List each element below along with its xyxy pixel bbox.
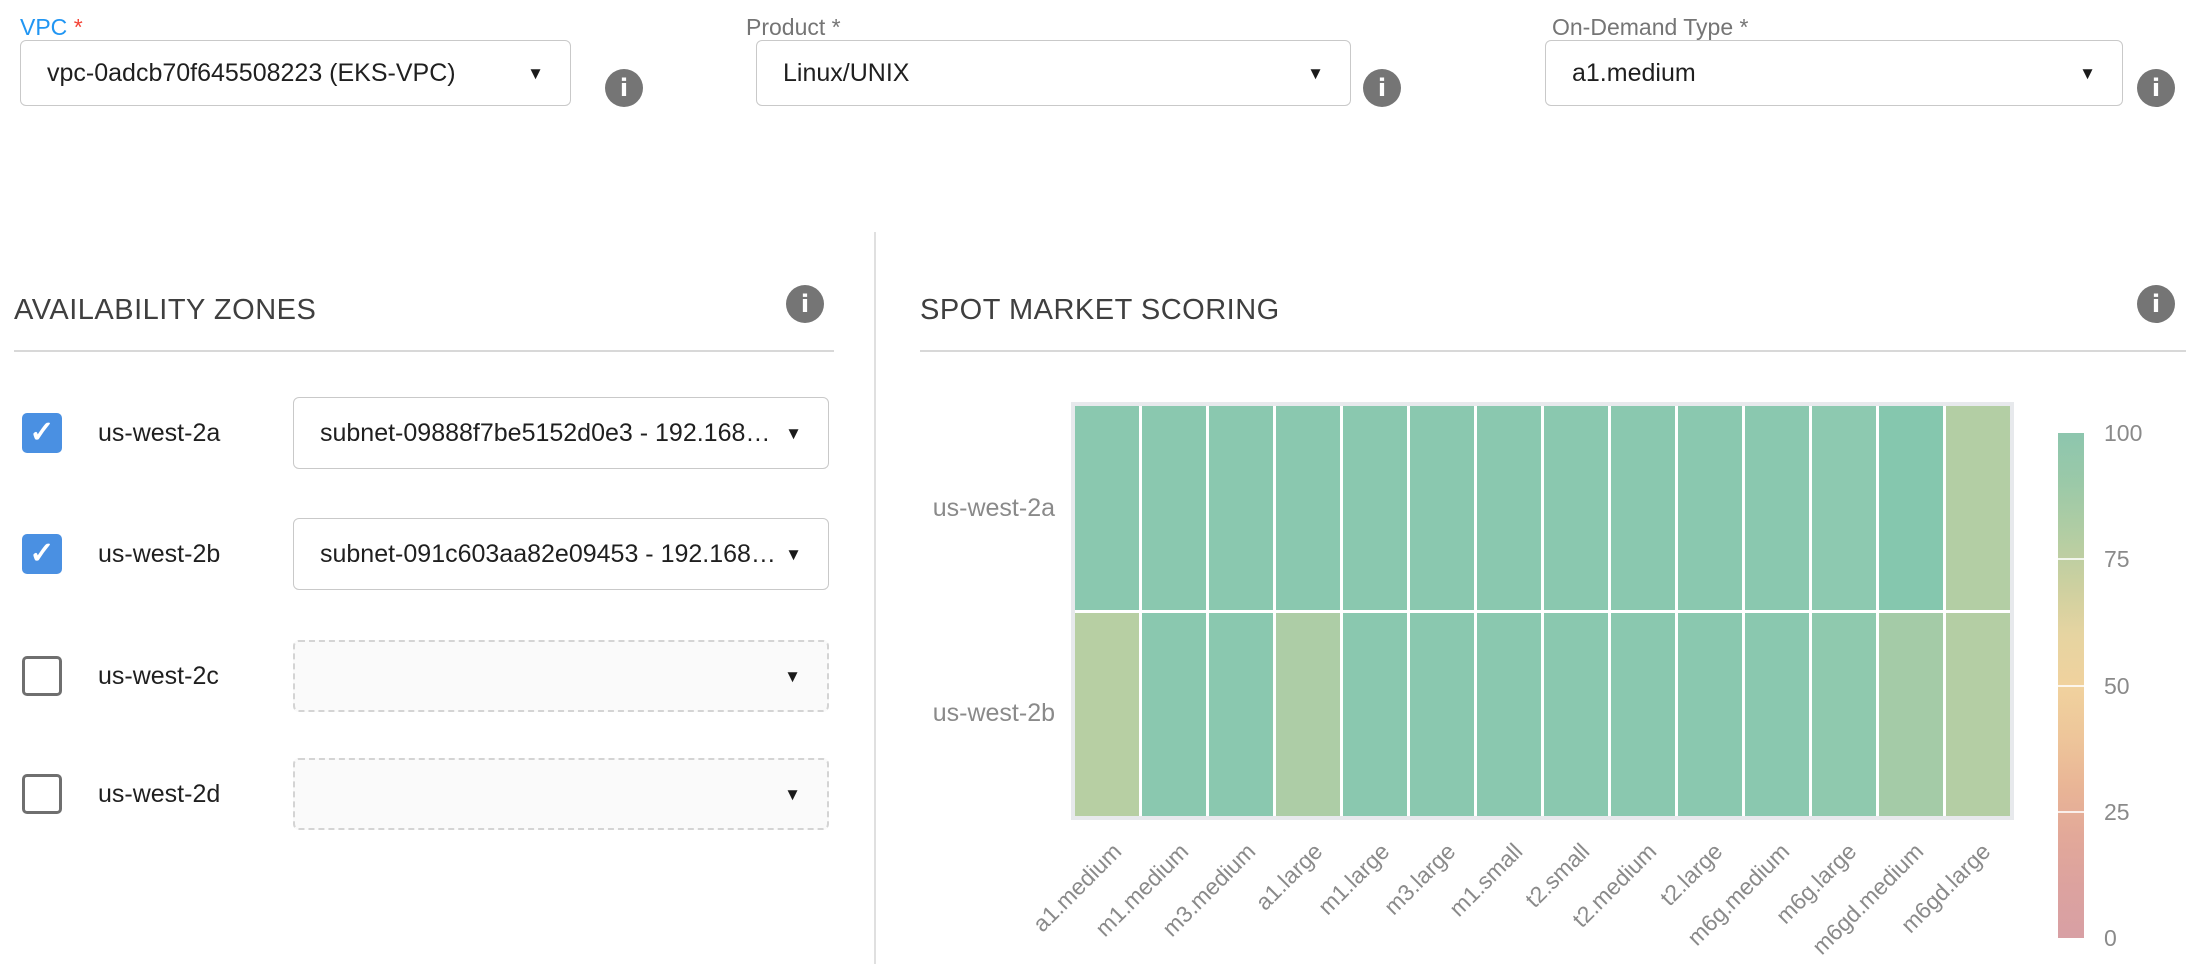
vpc-select[interactable]: vpc-0adcb70f645508223 (EKS-VPC) ▼: [20, 40, 571, 106]
availability-zone-row: us-west-2c ▼: [0, 640, 874, 712]
heatmap-cell-us-west-2a-t2.medium: [1611, 406, 1675, 610]
heatmap-cell-us-west-2b-a1.medium: [1075, 613, 1139, 817]
heatmap-cell-us-west-2b-t2.large: [1678, 613, 1742, 817]
heatmap-cell-us-west-2a-m1.small: [1477, 406, 1541, 610]
colorbar-tick-label: 100: [2104, 420, 2142, 447]
info-glyph: i: [1378, 74, 1386, 102]
availability-zones-divider: [14, 350, 834, 352]
zone-label: us-west-2d: [98, 758, 220, 830]
zone-checkbox-us-west-2d[interactable]: [22, 774, 62, 814]
heatmap-cell-us-west-2b-t2.medium: [1611, 613, 1675, 817]
heatmap-cell-us-west-2a-m1.medium: [1142, 406, 1206, 610]
heatmap-cell-us-west-2b-m6gd.large: [1946, 613, 2010, 817]
heatmap-cell-us-west-2b-m6gd.medium: [1879, 613, 1943, 817]
subnet-select-us-west-2c[interactable]: ▼: [293, 640, 829, 712]
product-label-text: Product *: [746, 14, 841, 40]
colorbar-tick-label: 50: [2104, 673, 2130, 700]
zone-checkbox-us-west-2a[interactable]: ✓: [22, 413, 62, 453]
heatmap-cell-us-west-2b-m1.large: [1343, 613, 1407, 817]
chevron-down-icon: ▼: [1307, 65, 1324, 82]
zone-label: us-west-2a: [98, 397, 220, 469]
subnet-select-us-west-2d[interactable]: ▼: [293, 758, 829, 830]
subnet-select-us-west-2b[interactable]: subnet-091c603aa82e09453 - 192.168… ▼: [293, 518, 829, 590]
heatmap-cell-us-west-2a-a1.large: [1276, 406, 1340, 610]
spot-market-scoring-title: SPOT MARKET SCORING: [920, 294, 1280, 327]
info-glyph: i: [2152, 290, 2160, 318]
heatmap-cell-us-west-2b-m6g.large: [1812, 613, 1876, 817]
product-select-value: Linux/UNIX: [783, 59, 909, 88]
heatmap-cell-us-west-2a-a1.medium: [1075, 406, 1139, 610]
heatmap-cell-us-west-2a-m1.large: [1343, 406, 1407, 610]
availability-zones-title: AVAILABILITY ZONES: [14, 294, 316, 327]
info-glyph: i: [801, 290, 809, 318]
heatmap-cell-us-west-2a-t2.small: [1544, 406, 1608, 610]
availability-zone-row: ✓ us-west-2b subnet-091c603aa82e09453 - 19…: [0, 518, 874, 590]
heatmap-cell-us-west-2a-m3.large: [1410, 406, 1474, 610]
chevron-down-icon: ▼: [784, 786, 801, 803]
colorbar-tick-line: [2058, 811, 2084, 813]
availability-zones-info-icon[interactable]: i: [786, 285, 824, 323]
availability-zone-row: us-west-2d ▼: [0, 758, 874, 830]
heatmap-cell-us-west-2b-t2.small: [1544, 613, 1608, 817]
subnet-select-us-west-2a[interactable]: subnet-09888f7be5152d0e3 - 192.168… ▼: [293, 397, 829, 469]
chevron-down-icon: ▼: [527, 65, 544, 82]
on-demand-type-label-text: On-Demand Type *: [1552, 14, 1748, 40]
on-demand-type-select[interactable]: a1.medium ▼: [1545, 40, 2123, 106]
spot-market-scoring-info-icon[interactable]: i: [2137, 285, 2175, 323]
on-demand-type-select-value: a1.medium: [1572, 59, 1696, 88]
colorbar-tick-label: 25: [2104, 799, 2130, 826]
colorbar-tick-label: 0: [2104, 925, 2117, 952]
heatmap-cell-us-west-2a-t2.large: [1678, 406, 1742, 610]
vpc-label: VPC *: [20, 14, 83, 41]
heatmap-x-label: a1.medium: [988, 838, 1127, 964]
heatmap-plot-area: [1071, 402, 2014, 820]
page: VPC * vpc-0adcb70f645508223 (EKS-VPC) ▼ …: [0, 0, 2196, 964]
product-info-icon[interactable]: i: [1363, 69, 1401, 107]
info-glyph: i: [2152, 74, 2160, 102]
heatmap-cell-us-west-2b-m6g.medium: [1745, 613, 1809, 817]
vpc-select-value: vpc-0adcb70f645508223 (EKS-VPC): [47, 59, 456, 88]
heatmap-cell-us-west-2a-m6gd.medium: [1879, 406, 1943, 610]
zone-checkbox-us-west-2c[interactable]: [22, 656, 62, 696]
vpc-label-text: VPC: [20, 14, 67, 40]
heatmap-grid: [1075, 406, 2010, 816]
heatmap-cell-us-west-2b-a1.large: [1276, 613, 1340, 817]
chevron-down-icon: ▼: [785, 546, 802, 563]
chevron-down-icon: ▼: [784, 668, 801, 685]
colorbar-tick-label: 75: [2104, 546, 2130, 573]
availability-zone-row: ✓ us-west-2a subnet-09888f7be5152d0e3 - 19…: [0, 397, 874, 469]
subnet-select-value: subnet-09888f7be5152d0e3 - 192.168…: [320, 419, 770, 448]
vpc-info-icon[interactable]: i: [605, 69, 643, 107]
on-demand-type-info-icon[interactable]: i: [2137, 69, 2175, 107]
zone-label: us-west-2b: [98, 518, 220, 590]
heatmap-cell-us-west-2a-m6gd.large: [1946, 406, 2010, 610]
spot-market-scoring-divider: [920, 350, 2186, 352]
heatmap-cell-us-west-2b-m3.large: [1410, 613, 1474, 817]
product-label: Product *: [746, 14, 841, 41]
heatmap-row-label: us-west-2b: [895, 699, 1055, 728]
heatmap-cell-us-west-2a-m3.medium: [1209, 406, 1273, 610]
zone-checkbox-us-west-2b[interactable]: ✓: [22, 534, 62, 574]
heatmap-cell-us-west-2b-m3.medium: [1209, 613, 1273, 817]
chevron-down-icon: ▼: [2079, 65, 2096, 82]
subnet-select-value: subnet-091c603aa82e09453 - 192.168…: [320, 540, 776, 569]
heatmap-cell-us-west-2b-m1.medium: [1142, 613, 1206, 817]
heatmap-cell-us-west-2a-m6g.medium: [1745, 406, 1809, 610]
colorbar-tick-line: [2058, 685, 2084, 687]
info-glyph: i: [620, 74, 628, 102]
on-demand-type-label: On-Demand Type *: [1552, 14, 1748, 41]
heatmap-cell-us-west-2a-m6g.large: [1812, 406, 1876, 610]
zone-label: us-west-2c: [98, 640, 219, 712]
product-select[interactable]: Linux/UNIX ▼: [756, 40, 1351, 106]
colorbar-tick-line: [2058, 558, 2084, 560]
heatmap-cell-us-west-2b-m1.small: [1477, 613, 1541, 817]
section-vertical-divider: [874, 232, 876, 964]
heatmap-row-label: us-west-2a: [895, 494, 1055, 523]
heatmap-colorbar: [2058, 433, 2084, 938]
vpc-required-asterisk: *: [74, 14, 83, 40]
chevron-down-icon: ▼: [785, 425, 802, 442]
